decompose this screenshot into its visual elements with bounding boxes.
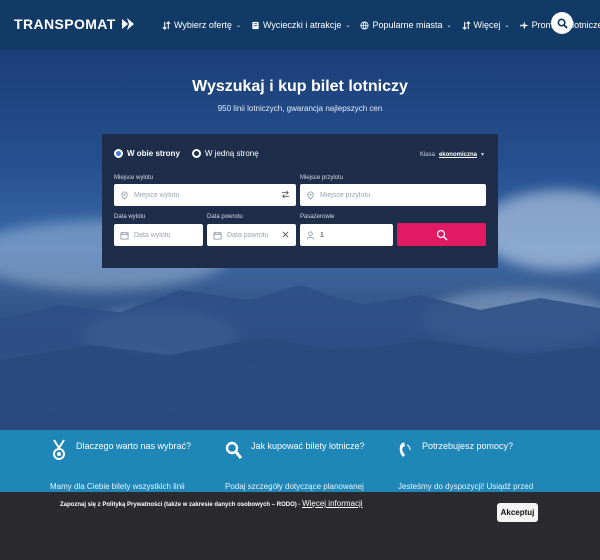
nav-item-cities[interactable]: Popularne miasta ⌄ (360, 20, 452, 30)
trip-type-group: W obie strony W jedną stronę (114, 149, 259, 158)
nav-item-more[interactable]: Więcej ⌄ (462, 20, 510, 30)
phone-icon (399, 442, 411, 457)
hero-section: Wyszukaj i kup bilet lotniczy 950 linii … (0, 50, 600, 430)
medal-icon (53, 439, 65, 460)
info-why-us: Dlaczego warto nas wybrać? (50, 439, 191, 461)
info-help: Potrzebujesz pomocy? (396, 439, 513, 461)
radio-dot (191, 149, 201, 158)
chevron-down-icon: ⌄ (446, 22, 452, 29)
cookie-message: Zapoznaj się z Polityką Prywatności (tak… (60, 499, 363, 508)
nav-label: Wybierz ofertę (174, 20, 232, 30)
top-header: TRANSPOMAT Wybierz ofertę ⌄ Wycieczki i … (0, 0, 600, 50)
hero-title: Wyszukaj i kup bilet lotniczy (192, 78, 408, 95)
info-title: Potrzebujesz pomocy? (422, 441, 514, 451)
passengers-value: 1 (320, 231, 324, 239)
swap-icon[interactable] (281, 190, 290, 199)
to-field[interactable] (300, 184, 486, 206)
book-icon (252, 21, 259, 29)
logo[interactable]: TRANSPOMAT (14, 16, 136, 32)
cookie-text: Zapoznaj się z Polityką Prywatności (tak… (60, 502, 301, 508)
nav-item-trips[interactable]: Wycieczki i atrakcje ⌄ (251, 20, 350, 30)
info-how-to-buy: Jak kupować bilety lotnicze? (225, 439, 365, 461)
search-icon (557, 18, 568, 29)
header-search-button[interactable] (551, 12, 573, 34)
passengers-label: Pasażerowie (300, 214, 335, 220)
class-value: ekonomiczna (438, 151, 477, 158)
from-label: Miejsce wylotu (114, 175, 154, 181)
round-trip-radio[interactable]: W obie strony (114, 149, 180, 158)
return-label: Data powrotu (207, 214, 243, 220)
class-label: Klasa (419, 151, 435, 158)
class-selector[interactable]: Klasa ekonomiczna ▾ (419, 151, 484, 159)
cookie-bar: Zapoznaj się z Polityką Prywatności (tak… (0, 492, 600, 560)
close-icon[interactable] (281, 230, 290, 239)
globe-icon (360, 20, 369, 30)
search-icon (436, 229, 448, 241)
from-field[interactable] (114, 184, 296, 206)
info-title: Dlaczego warto nas wybrać? (76, 441, 192, 451)
calendar-icon (213, 231, 222, 240)
chevron-down-icon: ▾ (480, 152, 484, 158)
radio-label: W jedną stronę (204, 149, 259, 158)
person-icon (306, 230, 315, 240)
mountain-silhouette (0, 285, 600, 430)
to-label: Miejsce przylotu (300, 175, 344, 181)
logo-mark-icon (121, 18, 134, 30)
calendar-icon (120, 231, 129, 240)
search-icon (225, 441, 243, 459)
one-way-radio[interactable]: W jedną stronę (191, 149, 259, 158)
sort-icon (162, 20, 171, 30)
passengers-field[interactable]: 1 (300, 224, 393, 246)
depart-label: Data wylotu (114, 214, 146, 220)
radio-label: W obie strony (127, 149, 180, 158)
from-input[interactable] (134, 191, 296, 199)
to-input[interactable] (320, 191, 486, 199)
return-field[interactable] (207, 224, 296, 246)
accept-cookies-button[interactable]: Akceptuj (497, 503, 538, 522)
logo-text: TRANSPOMAT (14, 16, 116, 32)
depart-field[interactable] (114, 224, 203, 246)
hero-subtitle: 950 linii lotniczych, gwarancja najlepsz… (217, 104, 383, 113)
info-title: Jak kupować bilety lotnicze? (251, 441, 365, 451)
plane-icon (520, 20, 529, 30)
search-panel: W obie strony W jedną stronę Klasa ekono… (102, 134, 498, 268)
location-pin-icon (121, 191, 128, 200)
privacy-link[interactable]: Więcej informacji (302, 499, 362, 508)
chevron-down-icon: ⌄ (345, 22, 351, 29)
nav-label: Popularne miasta (372, 20, 443, 30)
chevron-down-icon: ⌄ (235, 22, 241, 29)
main-nav: Wybierz ofertę ⌄ Wycieczki i atrakcje ⌄ … (162, 0, 600, 50)
nav-item-offer[interactable]: Wybierz ofertę ⌄ (162, 20, 241, 30)
info-text: Jesteśmy do dyspozycji! Usiądź przed (398, 482, 534, 491)
nav-label: Więcej (473, 20, 501, 30)
nav-label: Wycieczki i atrakcje (262, 20, 342, 30)
info-text: Podaj szczegóły dotyczące planowanej (225, 482, 364, 491)
search-submit-button[interactable] (397, 223, 486, 246)
radio-dot (114, 149, 123, 158)
location-pin-icon (307, 191, 314, 200)
depart-input[interactable] (134, 231, 203, 239)
chevron-down-icon: ⌄ (504, 22, 510, 29)
sort-icon (462, 20, 470, 30)
info-text: Mamy dla Ciebie bilety wszystkich linii (50, 482, 185, 491)
